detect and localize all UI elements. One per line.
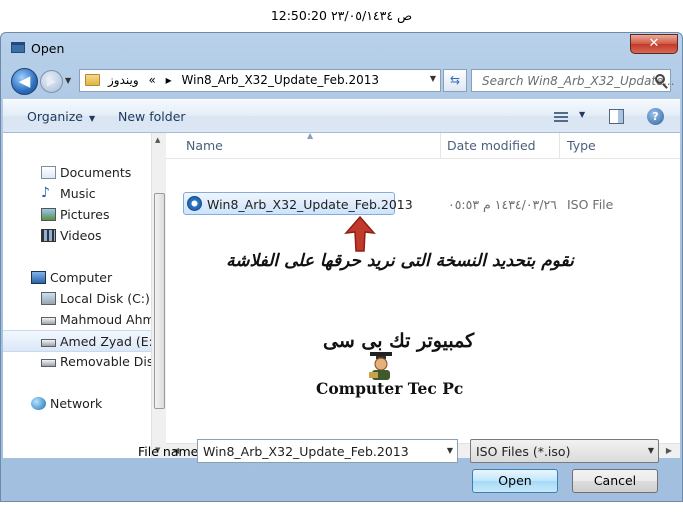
navigation-bar: ◀ ▶ ▼ ويندوز « ▸ Win8_Arb_X32_Update_Feb… [1,63,682,99]
recent-locations-dropdown[interactable]: ▼ [65,76,71,85]
iso-file-icon [187,196,202,211]
refresh-icon[interactable]: ⇆ [443,69,467,92]
pictures-icon [41,208,56,221]
videos-icon [41,229,56,242]
open-button[interactable]: Open [472,469,558,493]
drive-icon [41,339,56,347]
file-name-value: Win8_Arb_X32_Update_Feb.2013 [203,444,409,459]
column-divider[interactable] [559,133,560,159]
music-icon: ♪ [41,185,50,201]
open-dialog: Open ✕ ◀ ▶ ▼ ويندوز « ▸ Win8_Arb_X32_Upd… [0,32,683,502]
local-disk-icon [41,292,56,305]
file-name-label: File name: [138,444,203,459]
organize-label: Organize [27,109,83,124]
sidebar-item-music[interactable]: ♪ Music [3,183,151,205]
sidebar-item-label: Videos [60,228,102,243]
sidebar-item-network[interactable]: Network [3,393,151,415]
sidebar-item-label: Mahmoud Ahme [60,312,151,327]
drive-icon [41,317,56,325]
file-name[interactable]: Win8_Arb_X32_Update_Feb.2013 [207,197,413,212]
sidebar-item-local-disk[interactable]: Local Disk (C:) [3,288,151,310]
help-icon[interactable]: ? [647,108,664,125]
window-title: Open [31,41,65,56]
folder-icon [85,74,100,86]
sidebar-item-label: Computer [50,270,113,285]
forward-button[interactable]: ▶ [40,70,63,93]
sidebar-item-label: Network [50,396,103,411]
sidebar-item-computer[interactable]: Computer [3,267,151,289]
back-button[interactable]: ◀ [11,68,38,95]
browser-area: Documents ♪ Music Pictures Videos Comput… [3,131,680,458]
graduate-figure-icon [369,352,392,380]
scrollbar-thumb[interactable] [154,193,165,409]
file-name-input[interactable]: Win8_Arb_X32_Update_Feb.2013 ▼ [197,439,458,463]
sidebar-item-amed-zyad-drive[interactable]: Amed Zyad (E:) [3,330,151,352]
scroll-right-icon[interactable]: ▶ [666,446,672,455]
search-placeholder: Search Win8_Arb_X32_Update... [482,74,675,88]
computer-icon [31,271,46,284]
cancel-button[interactable]: Cancel [572,469,658,493]
search-icon[interactable] [655,74,665,84]
breadcrumb-current[interactable]: Win8_Arb_X32_Update_Feb.2013 [182,73,379,87]
removable-disk-icon [41,359,56,367]
red-arrow-icon [344,215,376,252]
address-dropdown-icon[interactable]: ▼ [430,74,436,83]
sidebar-item-mahmoud-drive[interactable]: Mahmoud Ahme [3,309,151,331]
column-header-name[interactable]: Name [186,138,223,153]
column-header-date-modified[interactable]: Date modified [447,138,536,153]
sidebar-scrollbar[interactable]: ▲ ▼ [151,133,166,458]
column-divider[interactable] [440,133,441,159]
sidebar-item-label: Music [60,186,96,201]
documents-icon [41,166,56,179]
sidebar-item-label: Documents [60,165,132,180]
preview-pane-icon[interactable] [609,109,624,124]
sidebar-item-label: Pictures [60,207,110,222]
new-folder-button[interactable]: New folder [118,109,186,124]
title-bar: Open ✕ [1,33,682,63]
toolbar: Organize ▼ New folder ▼ ? [3,99,680,133]
views-dropdown-icon[interactable]: ▼ [579,110,585,119]
sidebar-item-pictures[interactable]: Pictures [3,204,151,226]
file-type-filter-select[interactable]: ISO Files (*.iso) ▼ [470,439,659,463]
sidebar-item-videos[interactable]: Videos [3,225,151,247]
network-icon [31,397,46,410]
chevron-down-icon: ▼ [89,114,96,123]
navigation-pane: Documents ♪ Music Pictures Videos Comput… [3,133,166,458]
address-path: ويندوز « ▸ Win8_Arb_X32_Update_Feb.2013 [108,73,385,87]
column-header-type[interactable]: Type [567,138,596,153]
chevron-down-icon[interactable]: ▼ [447,446,453,455]
close-button[interactable]: ✕ [630,34,678,54]
chevron-down-icon[interactable]: ▼ [648,446,654,455]
column-headers: ▲ Name Date modified Type [166,131,680,159]
timestamp-caption: 12:50:20 ص ٢٣/٠٥/١٤٣٤ [270,8,413,23]
breadcrumb-overflow[interactable]: « [148,73,155,87]
breadcrumb-parent[interactable]: ويندوز [108,73,139,87]
sidebar-item-documents[interactable]: Documents [3,162,151,184]
sidebar-item-label: Local Disk (C:) [60,291,150,306]
breadcrumb-separator[interactable]: ▸ [166,73,172,87]
search-input[interactable]: Search Win8_Arb_X32_Update... [471,69,675,92]
scroll-up-icon[interactable]: ▲ [155,136,160,144]
window-icon [11,42,25,53]
file-list: ▲ Name Date modified Type Win8_Arb_X32_U… [166,131,680,458]
filter-value: ISO Files (*.iso) [476,444,571,459]
logo-english-text: Computer Tec Pc [316,379,464,398]
views-icon[interactable] [554,112,568,123]
file-type: ISO File [567,197,614,212]
sidebar-item-label: Removable Disk ( [60,354,151,369]
sidebar-item-label: Amed Zyad (E:) [60,334,151,349]
file-date-modified: ١٤٣٤/٠٣/٢٦ م ٠٥:٥٣ [448,197,557,212]
instruction-annotation: نقوم بتحديد النسخة التى نريد حرقها على ا… [226,251,574,271]
logo-arabic-text: كمبيوتر تك بى سى [323,330,475,352]
sidebar-item-removable-disk[interactable]: Removable Disk ( [3,351,151,373]
sort-ascending-icon: ▲ [307,131,314,140]
address-bar[interactable]: ويندوز « ▸ Win8_Arb_X32_Update_Feb.2013 … [79,69,441,92]
organize-button[interactable]: Organize ▼ [27,109,95,124]
